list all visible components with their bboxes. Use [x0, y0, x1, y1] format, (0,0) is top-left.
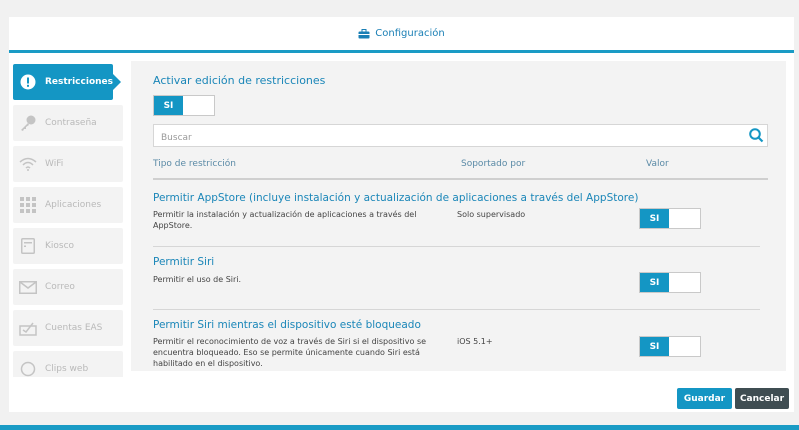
sidebar-item-cuentas-eas[interactable]: Cuentas EAS — [13, 310, 123, 346]
eas-icon — [19, 319, 37, 337]
search-box — [153, 124, 768, 149]
enable-editing-toggle[interactable]: SI — [153, 95, 215, 116]
bottom-accent-bar — [0, 425, 799, 430]
kiosk-icon — [19, 237, 37, 255]
clip-icon — [19, 360, 37, 377]
search-icon[interactable] — [749, 128, 764, 147]
restriction-title: Permitir Siri — [153, 256, 215, 268]
restriction-toggle-siri-locked[interactable]: SI — [639, 336, 701, 357]
sidebar-item-contrasena[interactable]: Contraseña — [13, 105, 123, 141]
column-header-supported: Soportado por — [461, 159, 526, 169]
restriction-description: Permitir el uso de Siri. — [153, 275, 242, 284]
search-input[interactable] — [154, 127, 734, 149]
restriction-description: Permitir la instalación y actualización … — [153, 210, 417, 230]
restriction-title: Permitir AppStore (incluye instalación y… — [153, 192, 639, 204]
sidebar-item-aplicaciones[interactable]: Aplicaciones — [13, 187, 123, 223]
sidebar-item-kiosco[interactable]: Kiosco — [13, 228, 123, 264]
sidebar-item-clips-web[interactable]: Clips web — [13, 351, 123, 377]
configuration-window: Configuración Restricciones Contraseña W… — [9, 17, 794, 412]
column-header-value: Valor — [646, 159, 669, 169]
row-divider — [153, 309, 760, 310]
restriction-supported: iOS 5.1+ — [457, 337, 493, 346]
restrictions-panel: Activar edición de restricciones SI Tipo… — [131, 61, 786, 371]
restriction-toggle-siri[interactable]: SI — [639, 272, 701, 293]
restriction-description: Permitir el reconocimiento de voz a trav… — [153, 337, 427, 368]
save-button[interactable]: Guardar — [677, 388, 732, 409]
page-title: Configuración — [358, 28, 445, 39]
cancel-button[interactable]: Cancelar — [735, 388, 789, 409]
sidebar-item-restricciones[interactable]: Restricciones — [13, 64, 121, 100]
sidebar-item-correo[interactable]: Correo — [13, 269, 123, 305]
restriction-toggle-appstore[interactable]: SI — [639, 208, 701, 229]
key-icon — [19, 114, 37, 132]
enable-editing-label: Activar edición de restricciones — [153, 74, 326, 87]
header-divider — [153, 178, 768, 180]
restriction-supported: Solo supervisado — [457, 210, 526, 219]
briefcase-icon — [358, 28, 370, 38]
restriction-title: Permitir Siri mientras el dispositivo es… — [153, 319, 421, 331]
row-divider — [153, 246, 760, 247]
sidebar: Restricciones Contraseña WiFi Aplicacion… — [13, 64, 123, 377]
mail-icon — [19, 278, 37, 296]
grid-icon — [19, 196, 37, 214]
wifi-icon — [19, 155, 37, 173]
header: Configuración — [9, 17, 794, 53]
sidebar-item-wifi[interactable]: WiFi — [13, 146, 123, 182]
column-header-type: Tipo de restricción — [153, 159, 236, 169]
exclamation-icon — [19, 73, 37, 91]
